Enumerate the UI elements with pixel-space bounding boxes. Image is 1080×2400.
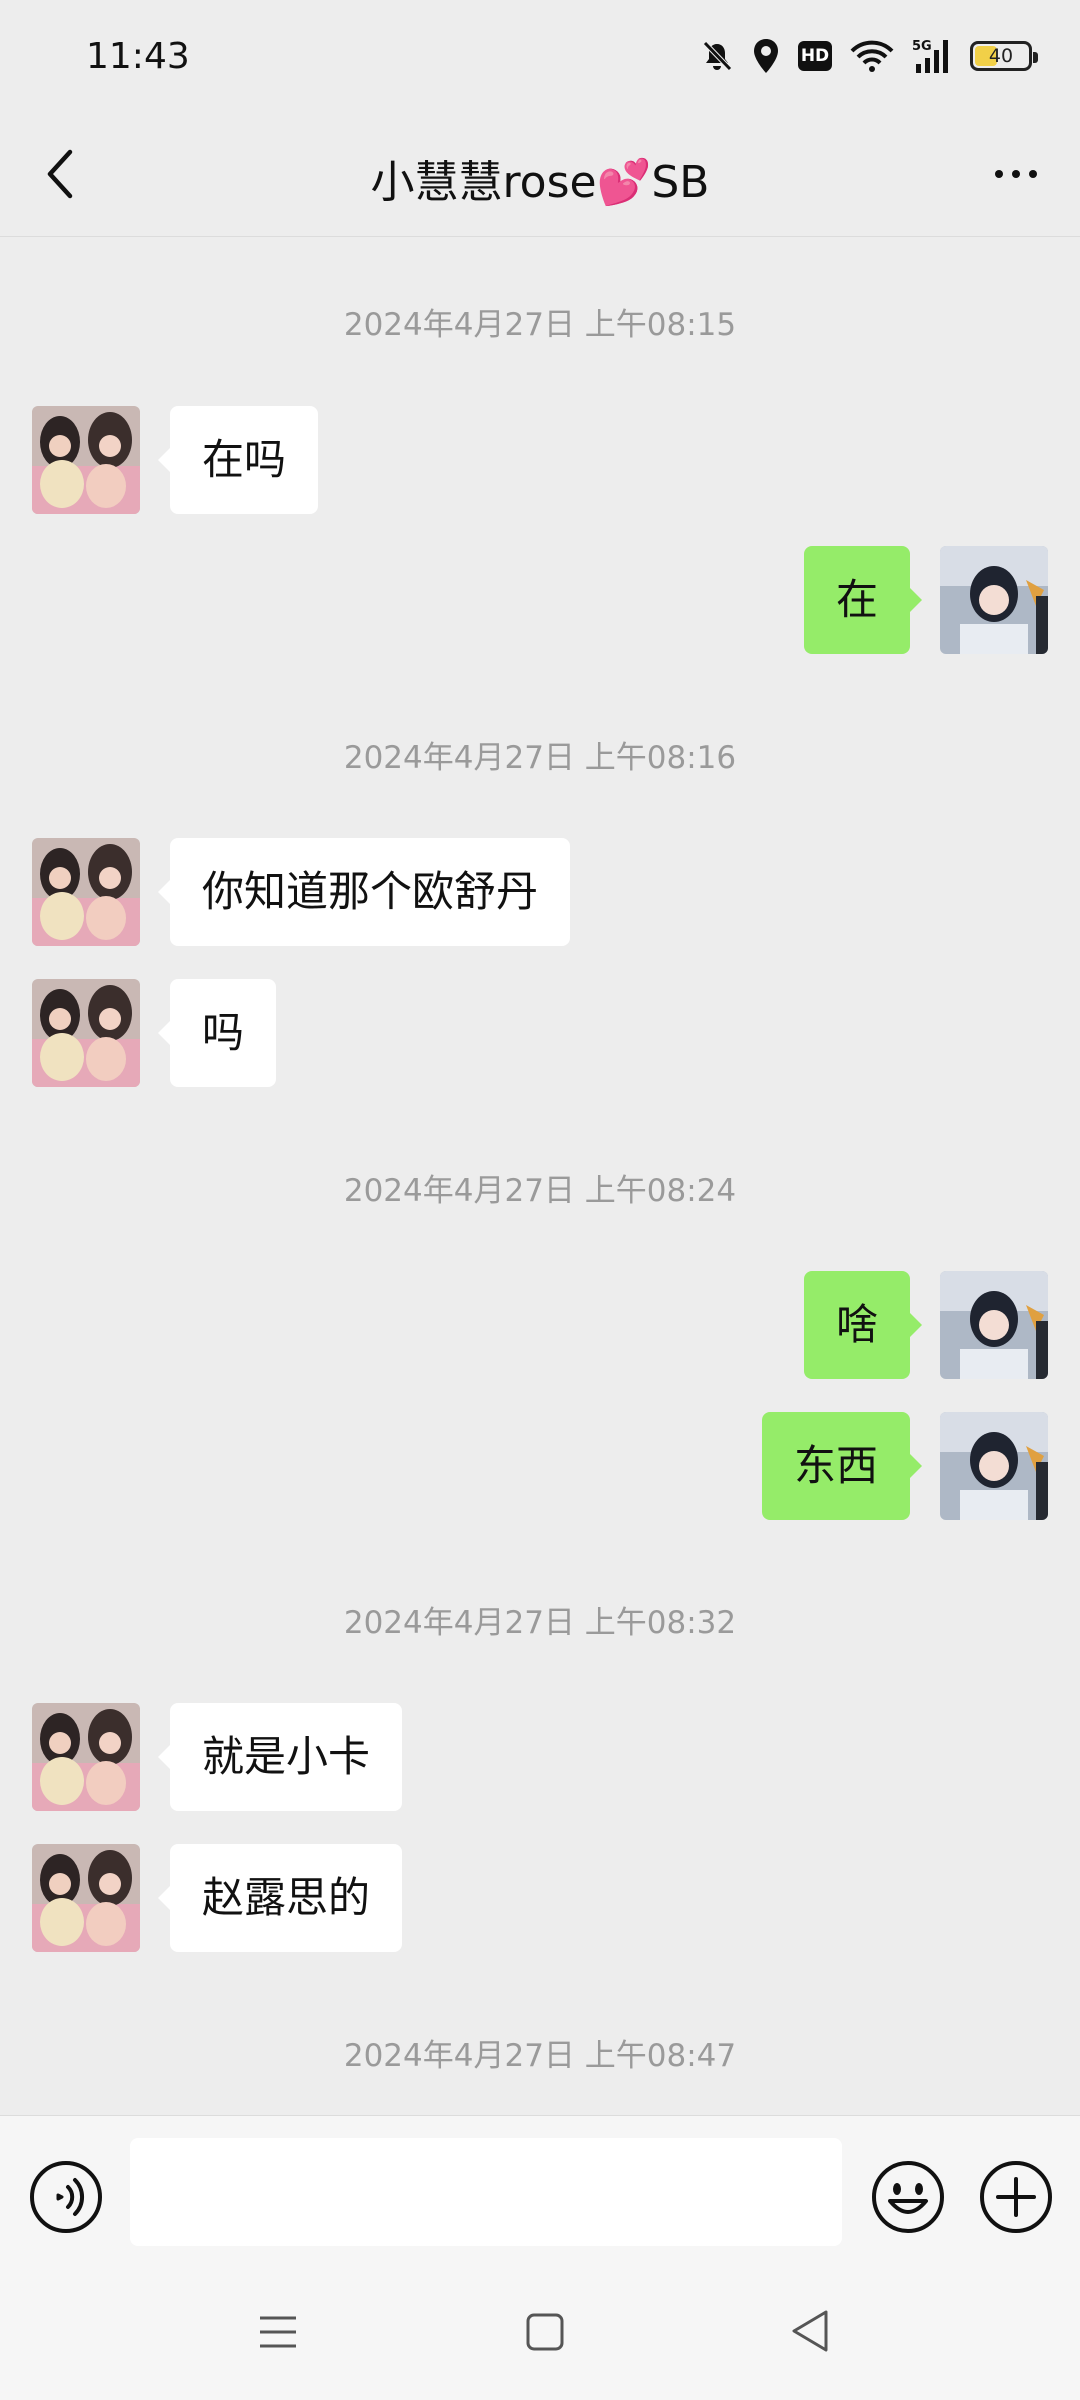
- outgoing-message[interactable]: 啥: [803, 1271, 923, 1379]
- location-icon: [752, 38, 780, 74]
- battery-level: 40: [988, 45, 1014, 67]
- voice-icon: [30, 2161, 102, 2233]
- contact-avatar[interactable]: [32, 1703, 140, 1811]
- incoming-message[interactable]: 就是小卡: [157, 1703, 403, 1811]
- home-icon: [526, 2313, 564, 2351]
- hd-icon: HD: [798, 41, 832, 71]
- menu-icon: [260, 2316, 296, 2348]
- timestamp: 2024年4月27日 上午08:32: [343, 1605, 737, 1641]
- plus-icon: [980, 2161, 1052, 2233]
- more-dots-icon: [995, 170, 1037, 178]
- timestamp: 2024年4月27日 上午08:16: [343, 740, 737, 776]
- chat-area[interactable]: 2024年4月27日 上午08:15 在吗 在 2024年4月27日 上午08:…: [0, 237, 1080, 2115]
- mute-bell-icon: [700, 39, 734, 73]
- wifi-icon: [850, 39, 894, 73]
- input-bar: [0, 2115, 1080, 2279]
- recent-apps-button[interactable]: [258, 2310, 298, 2358]
- status-bar: 11:43 HD 5G 40: [0, 0, 1080, 118]
- contact-avatar[interactable]: [32, 838, 140, 946]
- incoming-message[interactable]: 赵露思的: [157, 1844, 403, 1952]
- battery-icon: 40: [970, 41, 1038, 71]
- emoji-icon: [872, 2161, 944, 2233]
- add-button[interactable]: [978, 2159, 1054, 2239]
- home-button[interactable]: [525, 2310, 565, 2358]
- system-back-button[interactable]: [790, 2308, 830, 2358]
- timestamp: 2024年4月27日 上午08:47: [343, 2038, 737, 2074]
- contact-avatar[interactable]: [32, 979, 140, 1087]
- voice-button[interactable]: [28, 2159, 104, 2239]
- 5g-signal-icon: 5G: [912, 38, 952, 74]
- chat-title: 小慧慧rose💕SB: [370, 157, 710, 208]
- outgoing-message[interactable]: 在: [803, 546, 923, 654]
- status-icons: HD 5G 40: [700, 38, 1038, 74]
- incoming-message[interactable]: 你知道那个欧舒丹: [157, 838, 571, 946]
- more-options-button[interactable]: [976, 142, 1056, 206]
- timestamp: 2024年4月27日 上午08:15: [343, 307, 737, 343]
- timestamp: 2024年4月27日 上午08:24: [343, 1173, 737, 1209]
- my-avatar[interactable]: [940, 1271, 1048, 1379]
- system-nav-bar: [0, 2278, 1080, 2400]
- message-input[interactable]: [130, 2138, 842, 2246]
- emoji-button[interactable]: [870, 2159, 946, 2239]
- my-avatar[interactable]: [940, 546, 1048, 654]
- my-avatar[interactable]: [940, 1412, 1048, 1520]
- contact-avatar[interactable]: [32, 1844, 140, 1952]
- back-triangle-icon: [792, 2310, 828, 2352]
- status-time: 11:43: [86, 36, 190, 77]
- outgoing-message[interactable]: 东西: [761, 1412, 923, 1520]
- svg-text:5G: 5G: [912, 39, 932, 54]
- contact-avatar[interactable]: [32, 406, 140, 514]
- chat-header: 小慧慧rose💕SB: [0, 118, 1080, 237]
- incoming-message[interactable]: 在吗: [157, 406, 319, 514]
- incoming-message[interactable]: 吗: [157, 979, 277, 1087]
